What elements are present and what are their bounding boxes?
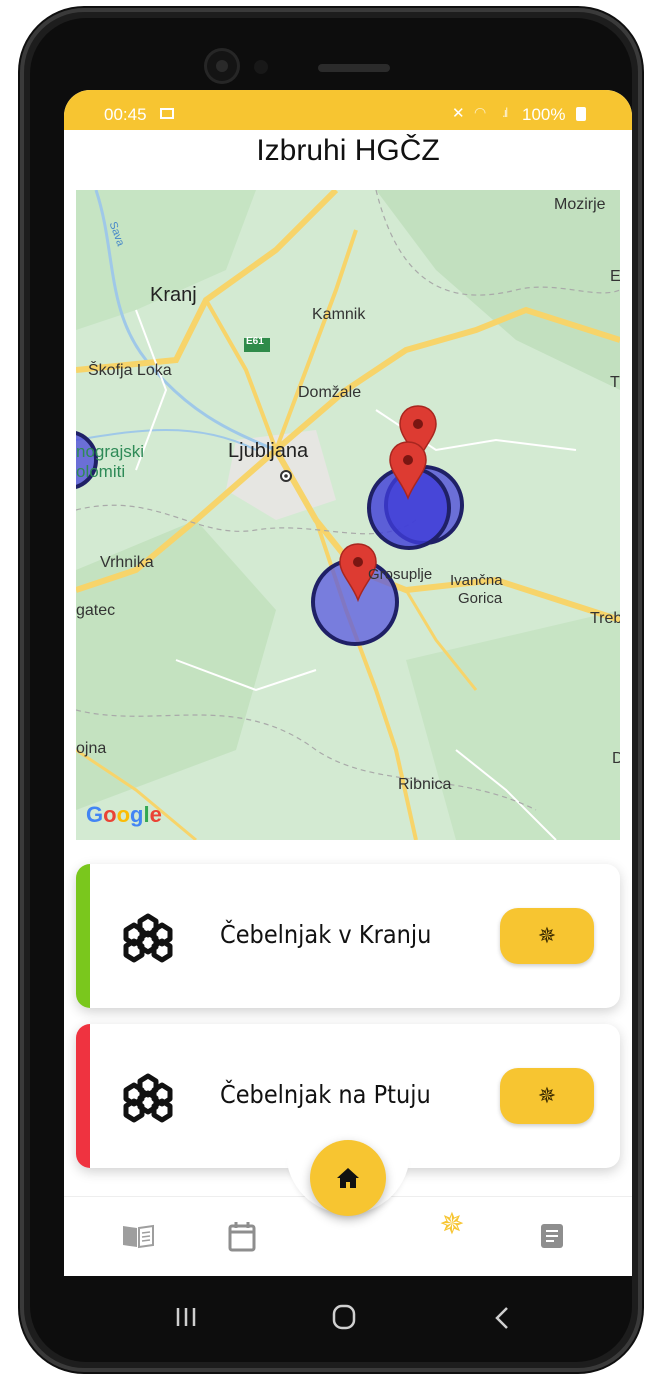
virus-icon: ✵	[537, 1083, 557, 1109]
map-label-vrhnika: Vrhnika	[100, 554, 154, 571]
image-icon	[160, 108, 174, 119]
map-label-nograjski: nograjski	[76, 442, 145, 461]
outbreak-action-button[interactable]: ✵	[500, 1068, 594, 1124]
status-indicator	[76, 1024, 90, 1168]
map-label-kamnik: Kamnik	[312, 306, 366, 323]
home-button[interactable]	[310, 1140, 386, 1216]
status-time: 00:45	[104, 105, 147, 124]
home-icon	[337, 1168, 359, 1188]
map-label-t: T	[610, 374, 620, 391]
page-title: Izbruhi HGČZ	[256, 134, 440, 167]
calendar-icon	[228, 1222, 256, 1252]
map-label-mozirje: Mozirje	[554, 196, 606, 213]
wifi-icon: ◠	[474, 104, 487, 120]
map-label-treb: Treb	[590, 610, 620, 627]
battery-icon	[576, 107, 586, 121]
map-label-e61: E61	[246, 336, 264, 347]
nav-notes-button[interactable]	[534, 1218, 570, 1254]
back-icon[interactable]	[494, 1306, 510, 1330]
outbreak-action-button[interactable]: ✵	[500, 908, 594, 964]
map-label-ribnica: Ribnica	[398, 776, 452, 793]
virus-icon: ✵	[537, 923, 557, 949]
map-label-skofja-loka: Škofja Loka	[88, 362, 172, 379]
front-camera	[204, 48, 240, 84]
map-label-kranj: Kranj	[150, 284, 197, 306]
status-indicator	[76, 864, 90, 1008]
map-label-gatec: gatec	[76, 602, 116, 619]
map-label-e: E	[610, 268, 620, 285]
nav-calendar-button[interactable]	[224, 1218, 260, 1254]
apiary-name: Čebelnjak na Ptuju	[220, 1080, 431, 1109]
map-label-olomiti: olomiti	[76, 462, 126, 481]
map-label-domzale: Domžale	[298, 384, 362, 401]
notes-icon	[541, 1224, 563, 1248]
apiary-card[interactable]: Čebelnjak v Kranju ✵	[76, 864, 620, 1008]
system-navigation-bar	[30, 1286, 628, 1350]
map-label-grosuplje: Grosuplje	[368, 566, 433, 583]
home-circle-icon[interactable]	[332, 1304, 356, 1330]
map-label-ivancna: Ivančna	[450, 572, 503, 589]
map-label-ljubljana: Ljubljana	[228, 440, 309, 462]
recents-icon[interactable]	[174, 1306, 198, 1328]
status-bar: 00:45 ✕ ◠ .ıl 100%	[64, 90, 632, 130]
book-icon	[123, 1224, 154, 1249]
apiary-name: Čebelnjak v Kranju	[220, 920, 432, 949]
mute-icon: ✕	[452, 105, 465, 122]
battery-level: 100%	[522, 105, 566, 124]
app-screen: 00:45 ✕ ◠ .ıl 100% Izbruhi HGČZ Mozirje …	[64, 90, 632, 1276]
map-label-gorica: Gorica	[458, 590, 503, 607]
virus-icon: ✵	[439, 1206, 465, 1242]
google-logo[interactable]: Google	[86, 802, 162, 828]
proximity-sensor	[254, 60, 268, 74]
outbreak-map[interactable]: Mozirje Sava Kranj Kamnik E61 E Škofja L…	[76, 190, 620, 840]
earpiece-speaker	[318, 64, 390, 72]
map-label-ojna: ojna	[76, 740, 107, 757]
nav-outbreaks-button[interactable]: ✵	[434, 1206, 470, 1242]
signal-icon: .ıl	[502, 105, 508, 120]
beehive-icon	[123, 1073, 173, 1123]
nav-book-button[interactable]	[120, 1218, 156, 1254]
beehive-icon	[123, 913, 173, 963]
map-label-d: D	[612, 750, 620, 767]
